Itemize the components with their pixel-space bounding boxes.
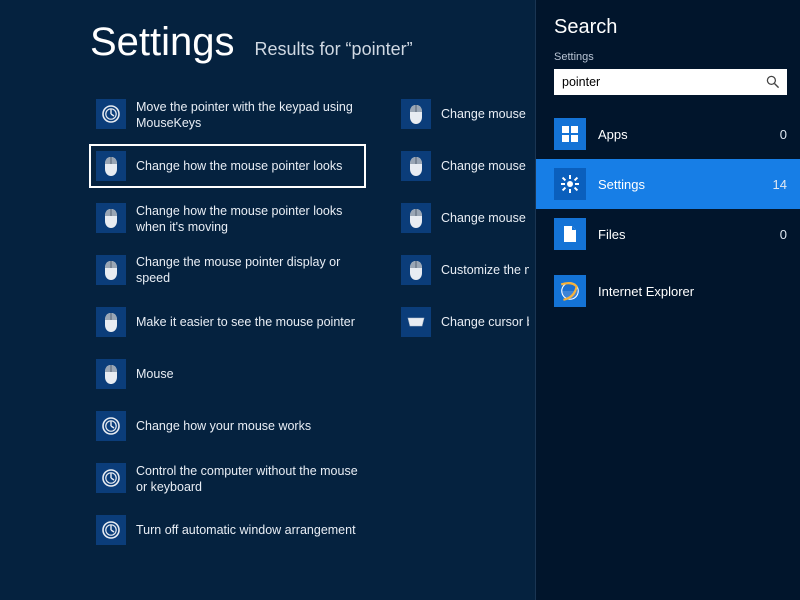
result-label: Turn off automatic window arrangement (136, 522, 356, 538)
search-filter-apps[interactable]: Apps 0 (536, 109, 800, 159)
search-title: Search (554, 16, 787, 39)
ie-icon (554, 275, 586, 307)
filter-count: 14 (773, 177, 787, 192)
mouse-icon (96, 151, 126, 181)
search-result[interactable]: Change mouse setti (395, 93, 535, 135)
settings-search-screen: Settings Results for “pointer” Move the … (0, 0, 800, 600)
result-label: Move the pointer with the keypad using M… (136, 99, 359, 131)
results-column-1: Move the pointer with the keypad using M… (90, 93, 365, 551)
search-result[interactable]: Change cursor blink (395, 301, 535, 343)
file-icon (554, 218, 586, 250)
result-label: Control the computer without the mouse o… (136, 463, 359, 495)
result-label: Change mouse click (441, 158, 529, 174)
results-area: Settings Results for “pointer” Move the … (0, 0, 535, 600)
clock-icon (96, 411, 126, 441)
result-label: Change how your mouse works (136, 418, 311, 434)
result-label: Make it easier to see the mouse pointer (136, 314, 355, 330)
search-result[interactable]: Change mouse click (395, 145, 535, 187)
search-scope-label: Settings (554, 51, 787, 63)
grid-icon (554, 118, 586, 150)
search-result[interactable]: Change mouse whe (395, 197, 535, 239)
search-result[interactable]: Change how the mouse pointer looks when … (90, 197, 365, 239)
gear-icon (554, 168, 586, 200)
result-label: Change how the mouse pointer looks (136, 158, 342, 174)
mouse-icon (96, 307, 126, 337)
results-columns: Move the pointer with the keypad using M… (90, 93, 535, 551)
search-input[interactable] (562, 75, 765, 89)
ie-label: Internet Explorer (598, 284, 694, 299)
filter-count: 0 (780, 227, 787, 242)
mouse-icon (401, 99, 431, 129)
result-label: Change mouse setti (441, 106, 529, 122)
clock-icon (96, 463, 126, 493)
search-result[interactable]: Turn off automatic window arrangement (90, 509, 365, 551)
filter-label: Files (598, 227, 768, 242)
filter-label: Apps (598, 127, 768, 142)
search-filter-files[interactable]: Files 0 (536, 209, 800, 259)
mouse-icon (401, 203, 431, 233)
mouse-icon (401, 151, 431, 181)
search-pane: Search Settings Apps 0 Settings 14 Files 0 In… (535, 0, 800, 600)
filter-count: 0 (780, 127, 787, 142)
search-result[interactable]: Change how your mouse works (90, 405, 365, 447)
result-label: Mouse (136, 366, 174, 382)
search-result[interactable]: Control the computer without the mouse o… (90, 457, 365, 499)
result-label: Customize the mou (441, 262, 529, 278)
result-label: Change how the mouse pointer looks when … (136, 203, 359, 235)
search-result[interactable]: Move the pointer with the keypad using M… (90, 93, 365, 135)
filter-label: Settings (598, 177, 761, 192)
results-subtitle: Results for “pointer” (255, 39, 413, 60)
result-label: Change mouse whe (441, 210, 529, 226)
header: Settings Results for “pointer” (90, 20, 535, 65)
results-column-2: Change mouse setti Change mouse click Chan… (395, 93, 535, 551)
mouse-icon (401, 255, 431, 285)
ie-shortcut[interactable]: Internet Explorer (554, 259, 787, 307)
result-label: Change cursor blink (441, 314, 529, 330)
page-title: Settings (90, 20, 235, 65)
result-label: Change the mouse pointer display or spee… (136, 254, 359, 286)
search-box[interactable] (554, 69, 787, 95)
search-icon[interactable] (765, 74, 781, 90)
search-result[interactable]: Change the mouse pointer display or spee… (90, 249, 365, 291)
keyboard-icon (401, 307, 431, 337)
search-result[interactable]: Customize the mou (395, 249, 535, 291)
search-result[interactable]: Change how the mouse pointer looks (90, 145, 365, 187)
search-filter-settings[interactable]: Settings 14 (536, 159, 800, 209)
search-filter-list: Apps 0 Settings 14 Files 0 (536, 109, 800, 259)
clock-icon (96, 99, 126, 129)
mouse-icon (96, 255, 126, 285)
mouse-icon (96, 203, 126, 233)
clock-icon (96, 515, 126, 545)
search-result[interactable]: Make it easier to see the mouse pointer (90, 301, 365, 343)
search-result[interactable]: Mouse (90, 353, 365, 395)
mouse-icon (96, 359, 126, 389)
